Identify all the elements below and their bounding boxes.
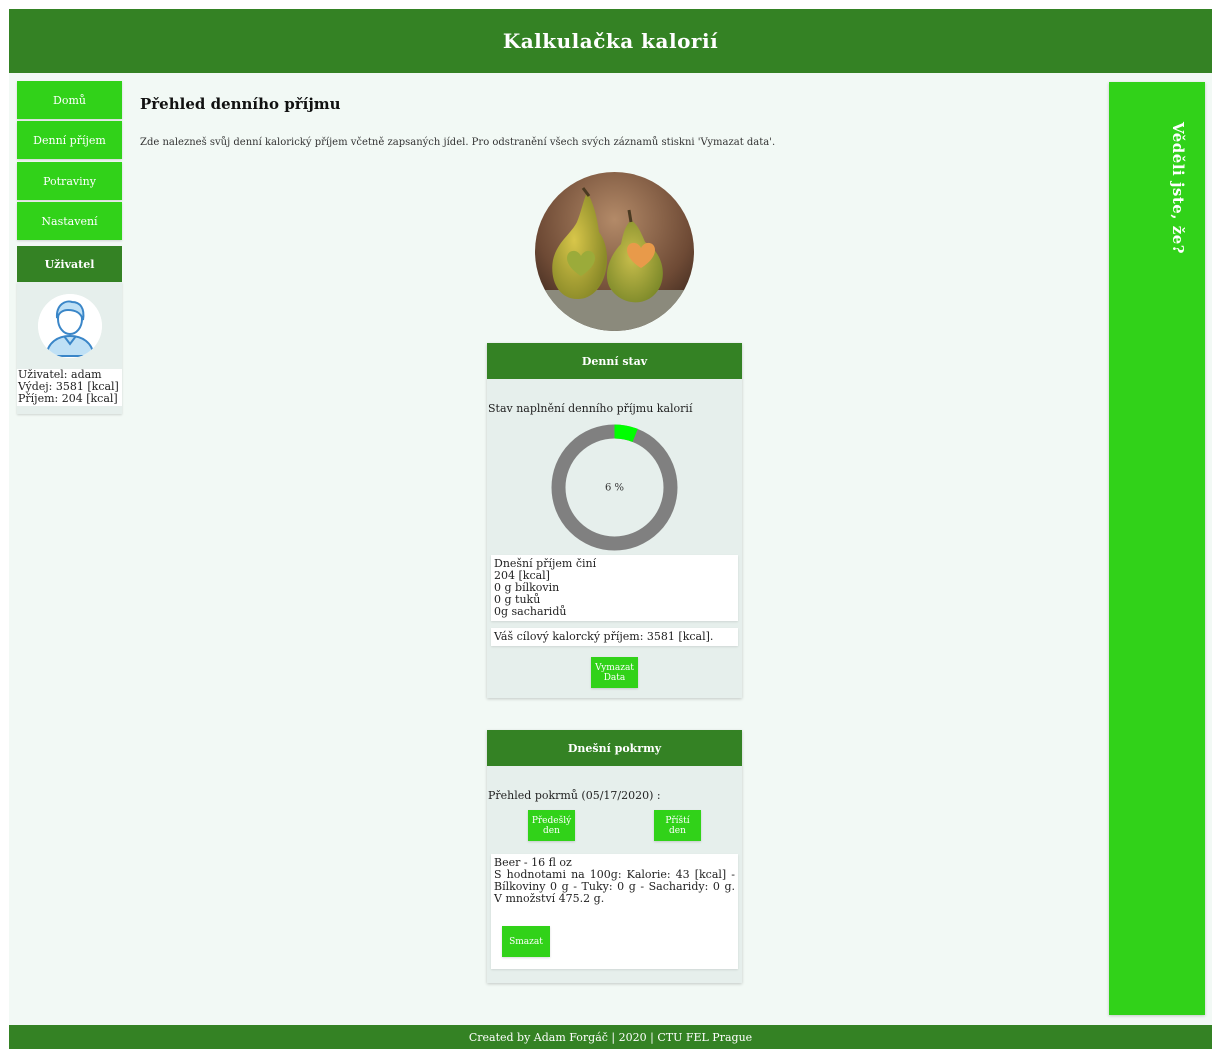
next-day-label-2: den [669,825,686,836]
daily-status-header: Denní stav [487,343,742,379]
user-panel-header: Uživatel [17,246,122,282]
previous-day-button[interactable]: Předešlý den [528,810,575,841]
user-panel: Uživatel: adam Výdej: 3581 [kcal] Příjem… [17,282,122,414]
meal-item: Beer - 16 fl oz S hodnotami na 100g: Kal… [491,854,738,969]
did-you-know-panel: Věděli jste, že? [1109,82,1205,1015]
user-avatar-icon [38,294,102,358]
meals-overview-label: Přehled pokrmů (05/17/2020) : [488,789,661,802]
footer: Created by Adam Forgáč | 2020 | CTU FEL … [9,1025,1212,1049]
next-day-label-1: Příští [665,815,690,826]
user-intake: Příjem: 204 [kcal] [18,392,118,405]
daily-status-card: Denní stav Stav naplnění denního příjmu … [487,343,742,698]
intake-summary: Dnešní příjem činí 204 [kcal] 0 g bílkov… [491,555,738,621]
calorie-progress-ring: 6 % [551,424,678,551]
footer-text: Created by Adam Forgáč | 2020 | CTU FEL … [468,1030,753,1044]
meals-header: Dnešní pokrmy [487,730,742,766]
meals-card: Dnešní pokrmy Přehled pokrmů (05/17/2020… [487,730,742,983]
progress-label: Stav naplnění denního příjmu kalorií [488,402,693,415]
intake-carbs: 0g sacharidů [494,605,567,618]
next-day-button[interactable]: Příští den [654,810,701,841]
user-info: Uživatel: adam Výdej: 3581 [kcal] Příjem… [17,369,122,406]
target-intake: Váš cílový kalorcký příjem: 3581 [kcal]. [491,628,738,646]
meal-details: S hodnotami na 100g: Kalorie: 43 [kcal] … [494,868,735,905]
nav-item-daily-intake[interactable]: Denní příjem [17,121,122,159]
nav-item-home[interactable]: Domů [17,81,122,119]
app-header: Kalkulačka kalorií [9,9,1212,73]
previous-day-label-1: Předešlý [531,815,572,826]
app-title: Kalkulačka kalorií [502,29,719,53]
page-title: Přehled denního příjmu [140,95,341,113]
delete-meal-button[interactable]: Smazat [502,926,550,957]
nav-item-foods[interactable]: Potraviny [17,162,122,200]
pears-photo [535,172,694,331]
nav-item-settings[interactable]: Nastavení [17,202,122,240]
page-description: Zde nalezneš svůj denní kalorický příjem… [140,137,776,148]
clear-data-label-2: Data [603,672,626,683]
clear-data-label-1: Vymazat [595,662,634,673]
progress-percent: 6 % [605,483,624,494]
did-you-know-title: Věděli jste, že? [1169,122,1187,255]
clear-data-button[interactable]: Vymazat Data [591,657,638,688]
previous-day-label-2: den [543,825,560,836]
